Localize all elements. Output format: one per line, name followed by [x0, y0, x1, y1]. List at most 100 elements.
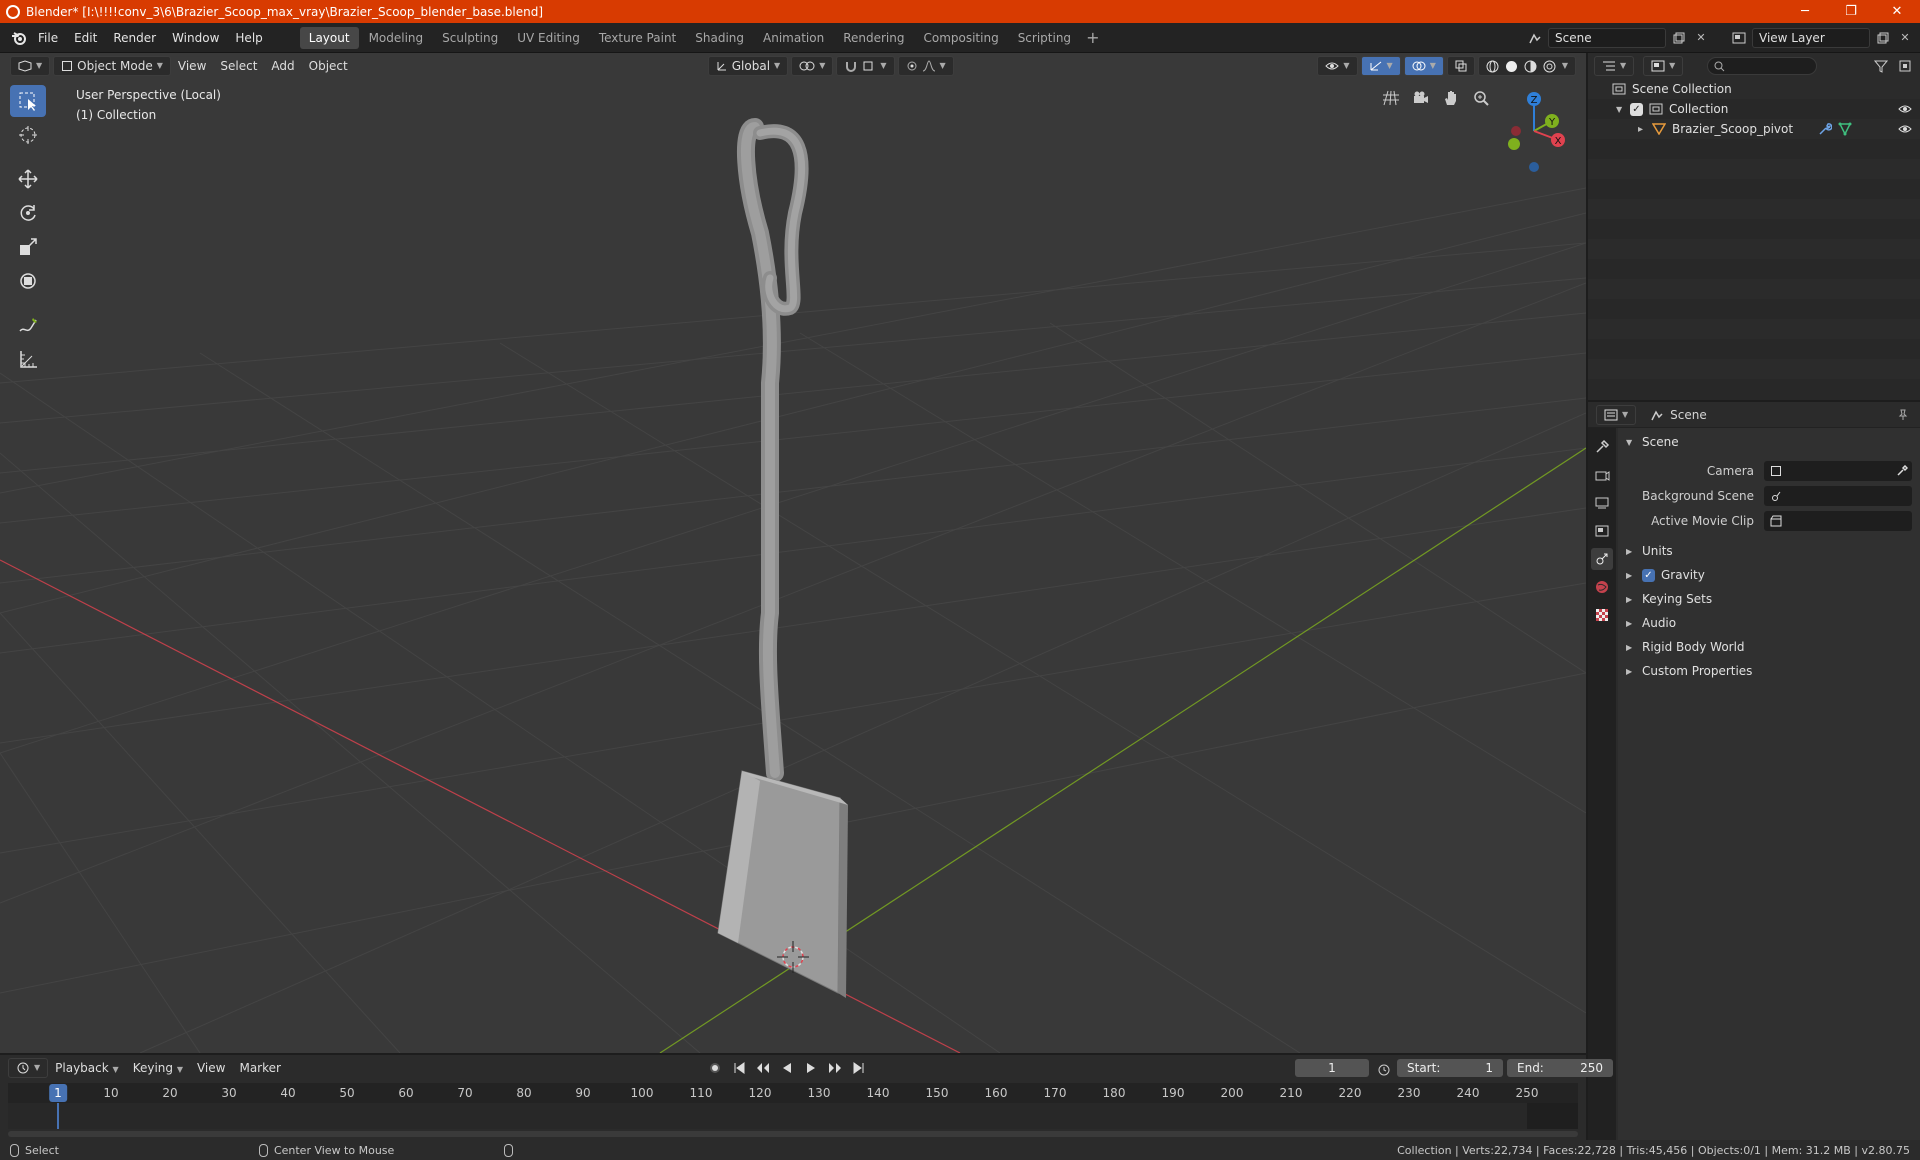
output-tab-icon[interactable]	[1591, 492, 1613, 514]
toggle-grid-icon[interactable]	[1380, 87, 1402, 109]
collection-exclude-checkbox[interactable]: ✓	[1630, 102, 1643, 116]
outliner-row-collection[interactable]: ▼ ✓ Collection	[1588, 99, 1920, 119]
object-visibility-eye-icon[interactable]	[1898, 124, 1912, 134]
record-button[interactable]	[705, 1058, 725, 1078]
navigation-gizmo[interactable]: Z Y X	[1490, 83, 1570, 173]
collection-expand-icon[interactable]: ▼	[1616, 105, 1626, 114]
playhead-frame-indicator[interactable]: 1	[49, 1084, 67, 1102]
tab-compositing[interactable]: Compositing	[914, 27, 1007, 49]
pin-icon[interactable]	[1894, 406, 1912, 424]
new-scene-icon[interactable]	[1670, 29, 1688, 47]
tab-animation[interactable]: Animation	[754, 27, 833, 49]
timeline-scrollbar[interactable]	[8, 1131, 1578, 1137]
timeline-track-area[interactable]	[8, 1103, 1578, 1129]
playhead-line[interactable]	[57, 1103, 59, 1129]
transform-orientation-selector[interactable]: Global ▼	[707, 56, 789, 76]
timeline-menu-marker[interactable]: Marker	[232, 1061, 287, 1075]
gravity-checkbox[interactable]: ✓	[1642, 568, 1655, 582]
menu-edit[interactable]: Edit	[66, 27, 105, 49]
measure-tool[interactable]	[10, 343, 46, 375]
panel-units[interactable]: ▶ Units	[1618, 539, 1920, 563]
annotate-tool[interactable]	[10, 309, 46, 341]
start-frame-field[interactable]: Start: 1	[1397, 1059, 1503, 1077]
world-tab-icon[interactable]	[1591, 576, 1613, 598]
outliner-row-scene-collection[interactable]: Scene Collection	[1588, 79, 1920, 99]
background-scene-field[interactable]	[1764, 485, 1912, 506]
tool-tab-icon[interactable]	[1591, 436, 1613, 458]
new-view-layer-icon[interactable]	[1874, 29, 1892, 47]
cursor-tool[interactable]	[10, 119, 46, 151]
mesh-data-icon[interactable]	[1838, 122, 1852, 136]
viewport-menu-view[interactable]: View	[171, 56, 213, 76]
pivot-point-selector[interactable]: ▼	[791, 56, 834, 76]
pan-hand-icon[interactable]	[1440, 87, 1462, 109]
end-frame-field[interactable]: End: 250	[1507, 1059, 1613, 1077]
panel-scene[interactable]: ▼ Scene	[1618, 430, 1920, 454]
outliner-search-input[interactable]	[1707, 57, 1818, 75]
minimize-button[interactable]: ─	[1782, 0, 1828, 23]
panel-custom-properties[interactable]: ▶ Custom Properties	[1618, 659, 1920, 683]
view-layer-selector[interactable]: View Layer	[1752, 27, 1870, 48]
brazier-scoop-model[interactable]	[717, 118, 848, 998]
menu-help[interactable]: Help	[227, 27, 270, 49]
timeline-menu-view[interactable]: View	[190, 1061, 232, 1075]
texture-tab-icon[interactable]	[1591, 604, 1613, 626]
scene-browse-icon[interactable]	[1526, 29, 1544, 47]
maximize-button[interactable]: ❐	[1828, 0, 1874, 23]
neg-y-axis-handle[interactable]	[1508, 138, 1520, 150]
3d-viewport[interactable]: ▼ Object Mode ▼ View Select Add Object G…	[0, 53, 1586, 1053]
jump-start-button[interactable]	[729, 1058, 749, 1078]
preview-range-clock-icon[interactable]	[1377, 1062, 1391, 1076]
editor-type-button[interactable]: ▼	[10, 56, 51, 76]
close-button[interactable]: ✕	[1874, 0, 1920, 23]
add-workspace-button[interactable]: +	[1080, 28, 1105, 47]
camera-field[interactable]	[1764, 460, 1912, 481]
menu-render[interactable]: Render	[105, 27, 164, 49]
xray-toggle[interactable]	[1446, 56, 1475, 76]
timeline-menu-keying[interactable]: Keying ▼	[126, 1061, 190, 1075]
tab-modeling[interactable]: Modeling	[360, 27, 433, 49]
scene-tab-icon[interactable]	[1591, 548, 1613, 570]
properties-editor-type[interactable]: ▼	[1596, 404, 1637, 425]
eyedropper-icon[interactable]	[1896, 464, 1908, 477]
neg-z-axis-handle[interactable]	[1529, 162, 1539, 172]
modifier-wrench-icon[interactable]	[1818, 122, 1832, 136]
outliner-editor-type[interactable]: ▼	[1594, 56, 1635, 76]
render-tab-icon[interactable]	[1591, 464, 1613, 486]
blender-menu-icon[interactable]	[8, 28, 30, 48]
tab-rendering[interactable]: Rendering	[834, 27, 913, 49]
view-layer-icon[interactable]	[1730, 29, 1748, 47]
menu-file[interactable]: File	[30, 27, 66, 49]
tab-layout[interactable]: Layout	[299, 26, 359, 49]
timeline-editor-type[interactable]: ▼	[8, 1058, 49, 1078]
outliner-row-object[interactable]: ▸ Brazier_Scoop_pivot	[1588, 119, 1920, 139]
material-shading-icon[interactable]	[1524, 60, 1537, 73]
filter-icon[interactable]	[1872, 57, 1890, 75]
transform-tool[interactable]	[10, 265, 46, 297]
object-expand-icon[interactable]: ▸	[1638, 124, 1648, 135]
rendered-shading-icon[interactable]	[1543, 60, 1556, 73]
panel-rigid-body-world[interactable]: ▶ Rigid Body World	[1618, 635, 1920, 659]
overlays-toggle[interactable]: ▼	[1403, 56, 1444, 76]
viewport-menu-object[interactable]: Object	[302, 56, 355, 76]
current-frame-field[interactable]: 1	[1295, 1059, 1369, 1077]
scale-tool[interactable]	[10, 231, 46, 263]
jump-end-button[interactable]	[849, 1058, 869, 1078]
display-mode-selector[interactable]: ▼	[1643, 56, 1684, 76]
move-tool[interactable]	[10, 163, 46, 195]
neg-x-axis-handle[interactable]	[1511, 126, 1521, 136]
menu-window[interactable]: Window	[164, 27, 227, 49]
solid-shading-icon[interactable]	[1505, 60, 1518, 73]
snap-toggle[interactable]: ▼	[836, 56, 895, 76]
delete-scene-icon[interactable]: ✕	[1692, 29, 1710, 47]
tab-scripting[interactable]: Scripting	[1009, 27, 1080, 49]
panel-gravity[interactable]: ▶ ✓ Gravity	[1618, 563, 1920, 587]
camera-view-icon[interactable]	[1410, 87, 1432, 109]
viewport-menu-select[interactable]: Select	[213, 56, 264, 76]
wireframe-shading-icon[interactable]	[1486, 60, 1499, 73]
gizmo-toggle[interactable]: ▼	[1360, 56, 1401, 76]
tab-uv-editing[interactable]: UV Editing	[508, 27, 589, 49]
viewport-menu-add[interactable]: Add	[264, 56, 301, 76]
scene-selector[interactable]: Scene	[1548, 27, 1666, 48]
select-box-tool[interactable]	[10, 85, 46, 117]
